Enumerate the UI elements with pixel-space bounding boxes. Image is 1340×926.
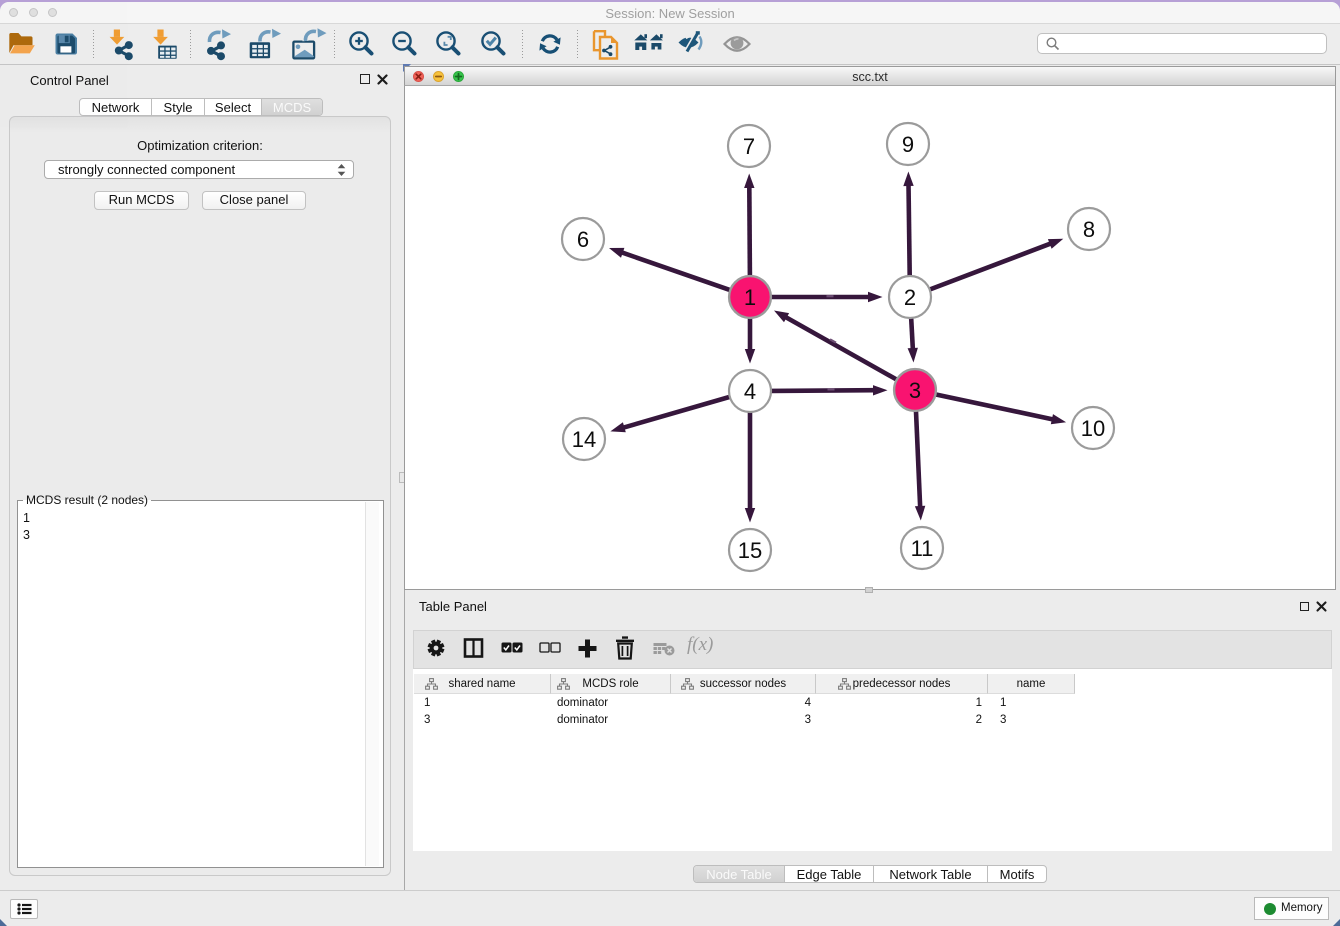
svg-text:4: 4 (744, 379, 756, 404)
svg-text:3: 3 (909, 378, 921, 403)
svg-text:8: 8 (1083, 217, 1095, 242)
svg-text:15: 15 (738, 538, 762, 563)
svg-text:9: 9 (902, 132, 914, 157)
svg-text:1: 1 (744, 285, 756, 310)
svg-text:11: 11 (911, 536, 934, 561)
svg-text:10: 10 (1081, 416, 1105, 441)
svg-text:7: 7 (743, 134, 755, 159)
svg-text:2: 2 (904, 285, 916, 310)
svg-text:6: 6 (577, 227, 589, 252)
svg-text:14: 14 (572, 427, 596, 452)
